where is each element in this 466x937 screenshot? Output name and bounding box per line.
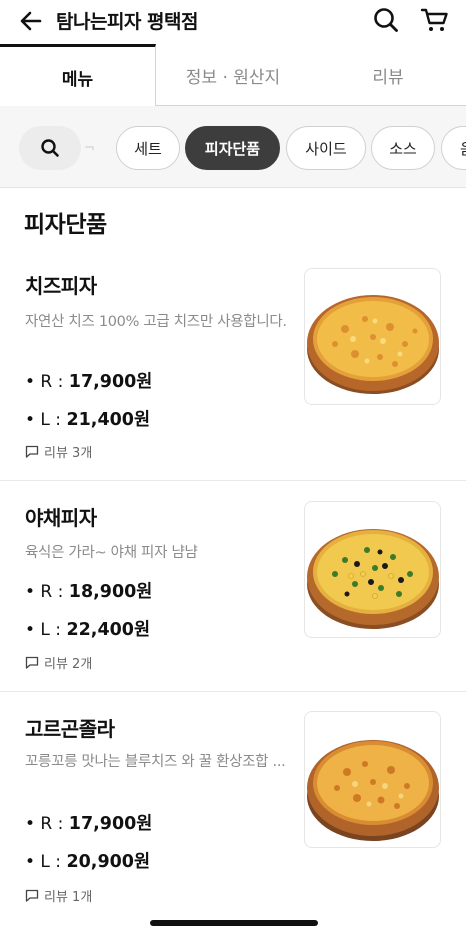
- chip-pizza-single[interactable]: 피자단품: [185, 126, 280, 170]
- menu-item-desc: 육식은 가라~ 야채 피자 냠냠: [25, 545, 198, 561]
- store-title: 탐나는피자 평택점: [56, 11, 198, 33]
- price-large: • L : 22,400원: [25, 620, 151, 640]
- cheese-pizza-image: [304, 268, 441, 405]
- search-icon: [41, 139, 59, 157]
- price-regular: • R : 18,900원: [25, 582, 153, 602]
- price-regular: • R : 17,900원: [25, 372, 153, 392]
- veggie-pizza-image: [304, 501, 441, 638]
- chip-set[interactable]: 세트: [116, 126, 180, 170]
- home-indicator: [150, 920, 318, 926]
- back-arrow-icon[interactable]: [18, 8, 44, 34]
- price-large: • L : 21,400원: [25, 410, 151, 430]
- menu-item-name: 야채피자: [25, 506, 97, 530]
- app-header: 탐나는피자 평택점: [0, 0, 466, 44]
- menu-item-name: 고르곤졸라: [25, 717, 115, 741]
- review-count: 리뷰 1개: [25, 886, 92, 905]
- cart-icon[interactable]: [420, 6, 450, 34]
- store-tabs: 정보 · 원산지 리뷰 메뉴: [0, 44, 466, 107]
- tab-menu[interactable]: 메뉴: [0, 44, 156, 107]
- chip-drink[interactable]: 음: [441, 126, 466, 170]
- comment-icon: [25, 889, 39, 902]
- category-search-button[interactable]: [19, 126, 81, 170]
- search-icon[interactable]: [372, 6, 400, 34]
- price-regular: • R : 17,900원: [25, 814, 153, 834]
- price-large: • L : 20,900원: [25, 852, 151, 872]
- menu-item-desc: 꼬릉꼬릉 맛나는 블루치즈 와 꿀 환상조합 ...: [25, 754, 286, 770]
- comment-icon: [25, 656, 39, 669]
- review-count: 리뷰 2개: [25, 653, 92, 672]
- scroll-fade: ¬: [84, 140, 95, 156]
- review-count: 리뷰 3개: [25, 442, 92, 461]
- comment-icon: [25, 445, 39, 458]
- category-chip-bar: ¬ 세트 피자단품 사이드 소스 음: [0, 106, 466, 188]
- tab-info[interactable]: 정보 · 원산지: [156, 44, 310, 106]
- chip-side[interactable]: 사이드: [286, 126, 366, 170]
- menu-item[interactable]: 고르곤졸라 꼬릉꼬릉 맛나는 블루치즈 와 꿀 환상조합 ... • R : 1…: [0, 692, 466, 922]
- menu-item-desc: 자연산 치즈 100% 고급 치즈만 사용합니다.: [25, 314, 287, 330]
- gorgonzola-pizza-image: [304, 711, 441, 848]
- menu-item[interactable]: 치즈피자 자연산 치즈 100% 고급 치즈만 사용합니다. • R : 17,…: [0, 250, 466, 480]
- menu-item-name: 치즈피자: [25, 274, 97, 298]
- chip-sauce[interactable]: 소스: [371, 126, 435, 170]
- section-title: 피자단품: [24, 212, 107, 238]
- tab-reviews[interactable]: 리뷰: [310, 44, 466, 106]
- menu-item[interactable]: 야채피자 육식은 가라~ 야채 피자 냠냠 • R : 18,900원 • L …: [0, 481, 466, 691]
